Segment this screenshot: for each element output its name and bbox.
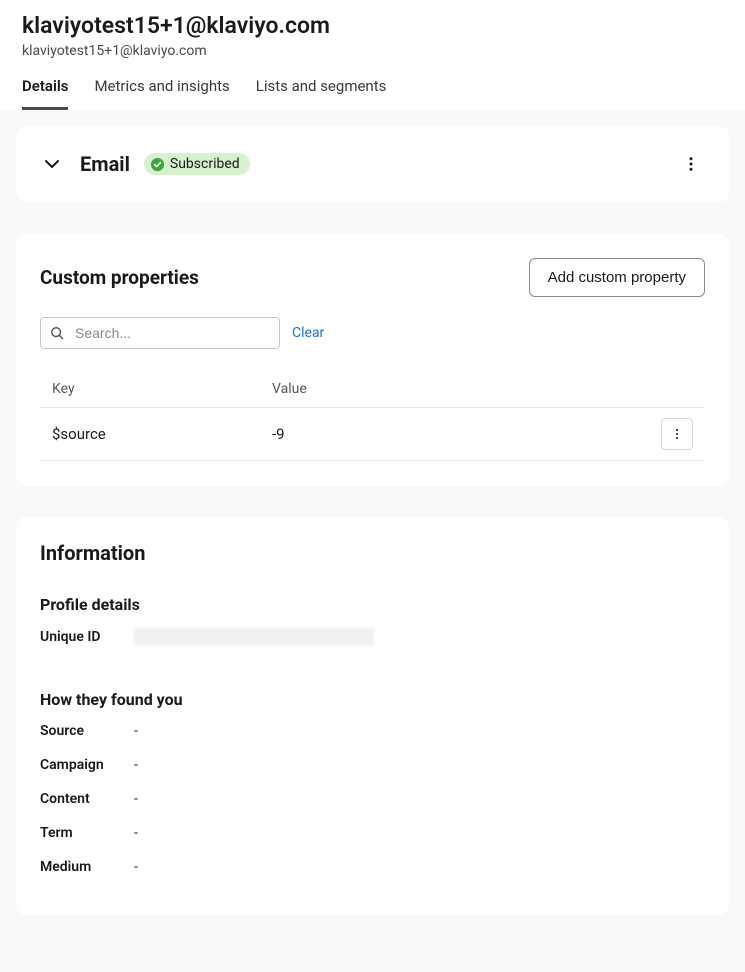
information-title: Information <box>40 541 705 565</box>
property-value: -9 <box>272 425 649 443</box>
unique-id-row: Unique ID <box>40 628 705 646</box>
table-header-value: Value <box>272 381 649 397</box>
tab-details[interactable]: Details <box>22 77 68 110</box>
custom-properties-title: Custom properties <box>40 266 199 289</box>
page-title: klaviyotest15+1@klaviyo.com <box>22 12 723 39</box>
custom-properties-card: Custom properties Add custom property Cl… <box>16 234 729 485</box>
campaign-label: Campaign <box>40 757 134 773</box>
table-header-key: Key <box>52 381 272 397</box>
tabs: Details Metrics and insights Lists and s… <box>22 77 723 110</box>
source-label: Source <box>40 723 134 739</box>
row-kebab-menu[interactable] <box>661 418 693 450</box>
property-key: $source <box>52 425 272 443</box>
status-badge-label: Subscribed <box>170 156 240 172</box>
search-icon <box>50 326 64 340</box>
chevron-down-icon[interactable] <box>42 154 62 174</box>
email-channel-label: Email <box>80 152 130 176</box>
search-box <box>40 317 280 349</box>
content-value: - <box>134 791 138 807</box>
tab-metrics-insights[interactable]: Metrics and insights <box>94 77 229 110</box>
term-value: - <box>134 825 138 841</box>
table-header: Key Value <box>40 371 705 408</box>
check-circle-icon <box>150 157 165 172</box>
term-label: Term <box>40 825 134 841</box>
table-row: $source -9 <box>40 408 705 461</box>
profile-details-title: Profile details <box>40 595 705 614</box>
content-row: Content - <box>40 791 705 807</box>
tab-lists-segments[interactable]: Lists and segments <box>256 77 387 110</box>
page-subtitle: klaviyotest15+1@klaviyo.com <box>22 43 723 59</box>
search-input[interactable] <box>40 317 280 349</box>
term-row: Term - <box>40 825 705 841</box>
medium-value: - <box>134 859 138 875</box>
add-custom-property-button[interactable]: Add custom property <box>529 258 705 297</box>
campaign-row: Campaign - <box>40 757 705 773</box>
campaign-value: - <box>134 757 138 773</box>
email-kebab-menu[interactable] <box>679 152 703 176</box>
status-badge: Subscribed <box>144 153 250 175</box>
unique-id-label: Unique ID <box>40 629 134 645</box>
medium-row: Medium - <box>40 859 705 875</box>
email-channel-card: Email Subscribed <box>16 126 729 202</box>
clear-search-link[interactable]: Clear <box>292 325 324 341</box>
medium-label: Medium <box>40 859 134 875</box>
how-found-title: How they found you <box>40 690 705 709</box>
source-row: Source - <box>40 723 705 739</box>
information-card: Information Profile details Unique ID Ho… <box>16 517 729 915</box>
content-label: Content <box>40 791 134 807</box>
source-value: - <box>134 723 138 739</box>
unique-id-value-redacted <box>134 628 374 646</box>
